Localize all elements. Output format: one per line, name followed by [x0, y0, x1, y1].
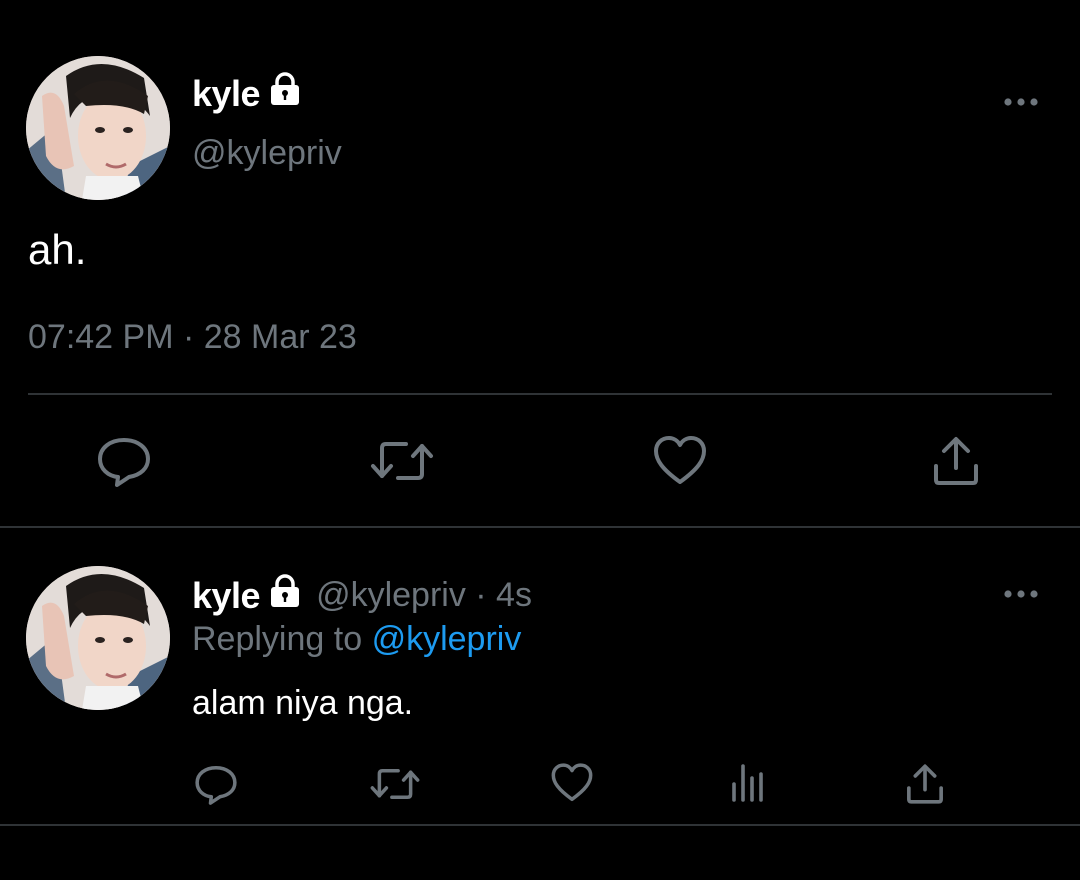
reply-icon[interactable] — [96, 436, 152, 488]
display-name-text: kyle — [192, 72, 261, 114]
replying-to-mention[interactable]: @kylepriv — [372, 620, 522, 658]
retweet-icon[interactable] — [370, 436, 434, 486]
tweet-text: alam niya nga. — [192, 684, 414, 722]
avatar-photo — [26, 566, 170, 710]
tweet-timestamp[interactable]: 07:42 PM · 28 Mar 23 — [28, 318, 357, 357]
more-horizontal-icon[interactable] — [1002, 90, 1042, 119]
display-name-text: kyle — [192, 574, 261, 616]
heart-icon[interactable] — [550, 762, 594, 804]
handle-and-time[interactable]: @kylepriv · 4s — [316, 576, 532, 615]
heart-icon[interactable] — [652, 434, 708, 488]
lock-icon — [268, 574, 302, 617]
retweet-icon[interactable] — [370, 764, 420, 804]
analytics-icon[interactable] — [730, 762, 766, 804]
share-icon[interactable] — [904, 762, 946, 806]
divider — [0, 824, 1080, 826]
replying-to-label: Replying to — [192, 620, 363, 658]
handle[interactable]: @kylepriv — [192, 134, 342, 173]
more-horizontal-icon[interactable] — [1002, 582, 1042, 611]
display-name[interactable]: kyle — [192, 574, 302, 617]
lock-icon — [268, 72, 302, 115]
share-icon[interactable] — [930, 434, 982, 488]
reply-header: kyle @kylepriv · 4s — [192, 574, 532, 617]
replying-to: Replying to @kylepriv — [192, 620, 521, 659]
avatar-photo — [26, 56, 170, 200]
avatar[interactable] — [26, 56, 170, 200]
divider — [0, 526, 1080, 528]
reply-icon[interactable] — [194, 764, 238, 806]
divider — [28, 393, 1052, 395]
avatar[interactable] — [26, 566, 170, 710]
display-name[interactable]: kyle — [192, 72, 302, 115]
tweet-text: ah. — [28, 226, 87, 273]
